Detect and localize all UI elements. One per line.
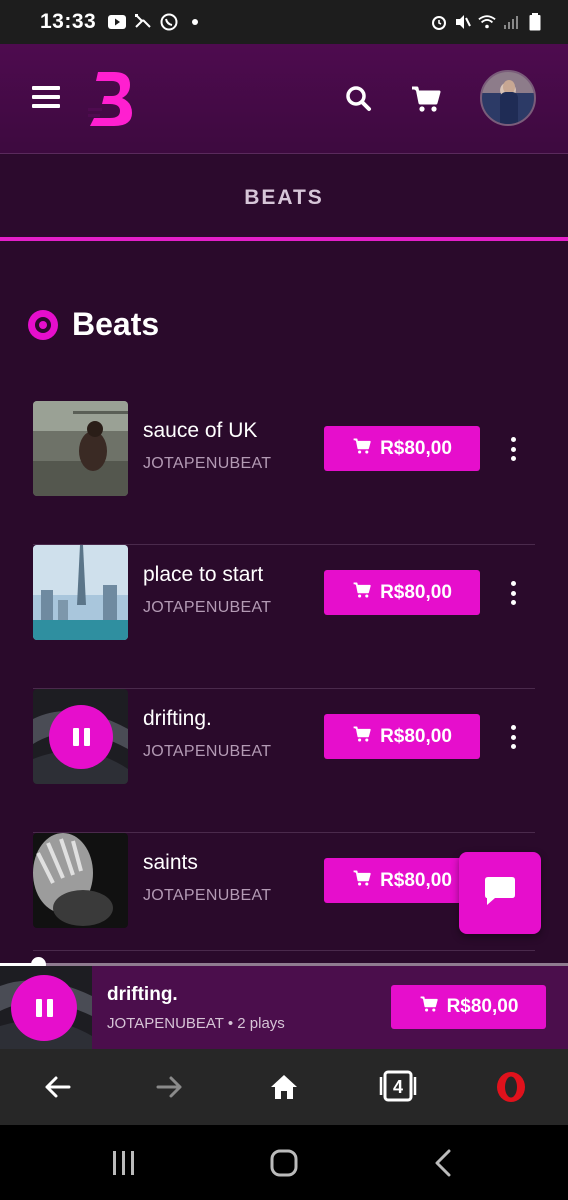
price-label: R$80,00	[380, 869, 452, 891]
player-bar: drifting. JOTAPENUBEAT • 2 plays R$80,00	[0, 957, 568, 1049]
whatsapp-icon	[160, 13, 178, 31]
beat-artist[interactable]: JOTAPENUBEAT	[143, 887, 271, 905]
beat-thumbnail[interactable]	[33, 401, 128, 496]
app-header	[0, 44, 568, 154]
beat-thumbnail[interactable]	[33, 545, 128, 640]
tab-beats[interactable]: BEATS	[244, 186, 324, 210]
home-icon[interactable]	[264, 1145, 304, 1181]
battery-icon	[526, 13, 544, 31]
beat-title[interactable]: sauce of UK	[143, 419, 257, 443]
status-time: 13:33	[40, 10, 97, 33]
cart-icon	[352, 437, 372, 461]
price-label: R$80,00	[380, 581, 452, 603]
menu-icon[interactable]	[32, 86, 60, 108]
beat-artist[interactable]: JOTAPENUBEAT	[143, 743, 271, 761]
logo[interactable]	[88, 70, 134, 128]
beat-row[interactable]: place to start JOTAPENUBEAT R$80,00	[33, 545, 535, 689]
disc-icon	[26, 308, 60, 342]
dot-icon	[186, 13, 204, 31]
player-title[interactable]: drifting.	[107, 984, 178, 1006]
more-options-icon[interactable]	[507, 581, 519, 605]
beat-title[interactable]: saints	[143, 851, 198, 875]
cart-icon[interactable]	[410, 84, 442, 114]
browser-nav-bar: 4	[0, 1049, 568, 1125]
buy-button[interactable]: R$80,00	[324, 714, 480, 759]
buy-button[interactable]: R$80,00	[324, 858, 480, 903]
recents-icon[interactable]	[104, 1145, 144, 1181]
back-icon[interactable]	[423, 1145, 463, 1181]
section-title: Beats	[72, 306, 160, 342]
search-icon[interactable]	[344, 84, 374, 114]
wifi-icon	[478, 13, 496, 31]
more-options-icon[interactable]	[507, 437, 519, 461]
youtube-icon	[108, 13, 127, 31]
beat-title[interactable]: place to start	[143, 563, 263, 587]
chat-button[interactable]	[459, 852, 541, 934]
avatar[interactable]	[480, 70, 536, 126]
buy-button[interactable]: R$80,00	[324, 570, 480, 615]
price-label: R$80,00	[380, 437, 452, 459]
status-left-icons	[108, 13, 204, 31]
alarm-icon	[430, 13, 448, 31]
section-header: Beats	[26, 306, 159, 343]
cart-icon	[419, 995, 439, 1019]
cart-icon	[352, 581, 372, 605]
beat-thumbnail[interactable]	[33, 689, 128, 784]
player-buy-button[interactable]: R$80,00	[391, 985, 546, 1029]
status-bar: 13:33	[0, 0, 568, 44]
signal-icon	[502, 13, 520, 31]
cart-icon	[352, 869, 372, 893]
player-meta: JOTAPENUBEAT • 2 plays	[107, 1015, 285, 1032]
opera-icon[interactable]	[493, 1069, 529, 1105]
mute-icon	[454, 13, 472, 31]
cart-icon	[352, 725, 372, 749]
home-icon[interactable]	[266, 1069, 302, 1105]
more-options-icon[interactable]	[507, 725, 519, 749]
pause-icon[interactable]	[49, 705, 113, 769]
price-label: R$80,00	[446, 996, 519, 1017]
chat-icon	[483, 875, 517, 912]
tab-bar: BEATS	[0, 155, 568, 241]
tabs-count: 4	[392, 1076, 403, 1097]
beat-title[interactable]: drifting.	[143, 707, 212, 731]
missed-call-icon	[134, 13, 152, 31]
price-label: R$80,00	[380, 725, 452, 747]
beat-row[interactable]: sauce of UK JOTAPENUBEAT R$80,00	[33, 401, 535, 545]
beat-artist[interactable]: JOTAPENUBEAT	[143, 455, 271, 473]
forward-arrow-icon[interactable]	[152, 1069, 188, 1105]
tabs-icon[interactable]: 4	[378, 1069, 418, 1105]
beat-row[interactable]: drifting. JOTAPENUBEAT R$80,00	[33, 689, 535, 833]
back-arrow-icon[interactable]	[39, 1069, 75, 1105]
beat-thumbnail[interactable]	[33, 833, 128, 928]
tab-active-indicator	[0, 237, 568, 241]
beat-artist[interactable]: JOTAPENUBEAT	[143, 599, 271, 617]
android-nav-bar	[0, 1125, 568, 1200]
status-right-icons	[430, 13, 544, 31]
player-pause-icon[interactable]	[11, 975, 77, 1041]
buy-button[interactable]: R$80,00	[324, 426, 480, 471]
